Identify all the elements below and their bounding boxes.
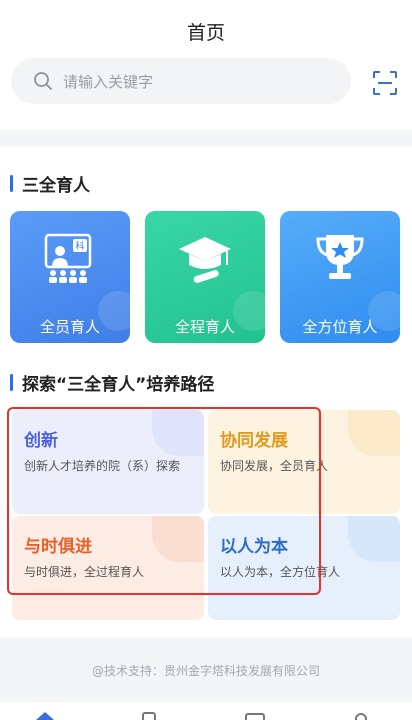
section-title-sanquan: 三全育人 [10,171,90,196]
section-bar [10,374,13,391]
search-placeholder: 请输入关键字 [63,72,154,91]
header: 首页 请输入关键字 [0,0,412,130]
graduation-cap-icon [179,237,231,283]
tile-quancheng[interactable]: 全程育人 [145,211,265,343]
home-icon[interactable] [34,710,56,720]
scan-icon[interactable] [372,70,398,96]
trophy-icon [316,235,364,279]
highlight-box [7,407,321,595]
document-icon[interactable] [138,710,160,720]
search-input[interactable]: 请输入关键字 [11,58,351,104]
tile-label: 全员育人 [39,318,100,336]
message-icon[interactable] [244,710,266,720]
tile-label: 全方位育人 [302,318,378,336]
section-title-explore: 探索“三全育人”培养路径 [10,370,214,395]
tile-quanyuan[interactable]: 科 全员育人 [10,211,130,343]
chart-icon [348,410,400,456]
tile-quanfangwei[interactable]: 全方位育人 [280,211,400,343]
footer-support-text: @技术支持：贵州金字塔科技发展有限公司 [91,664,320,678]
people-icon [348,516,400,562]
section-bar [10,175,13,192]
bottom-tab-bar [0,702,412,720]
svg-text:科: 科 [75,240,84,252]
page-title: 首页 [186,22,225,44]
tile-label: 全程育人 [174,318,235,336]
teacher-board-icon: 科 [44,233,92,283]
profile-icon[interactable] [350,710,372,720]
search-icon [34,72,52,90]
